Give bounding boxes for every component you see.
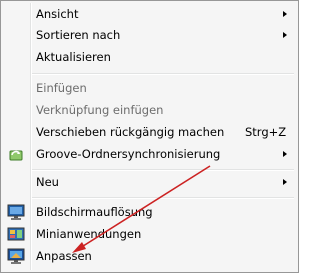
- menu-item-einfuegen[interactable]: Einfügen: [3, 78, 296, 99]
- menu-item-groove-sync[interactable]: Groove-Ordnersynchronisierung: [3, 144, 296, 165]
- menu-item-shortcut: Strg+Z: [245, 125, 287, 139]
- menu-item-label: Neu: [36, 175, 59, 189]
- menu-item-label: Sortieren nach: [36, 28, 121, 42]
- menu-item-label: Anpassen: [36, 249, 92, 263]
- menu-item-aktualisieren[interactable]: Aktualisieren: [3, 47, 296, 68]
- display-resolution-icon: [7, 204, 25, 220]
- menu-item-verknuepfung-einfuegen[interactable]: Verknüpfung einfügen: [3, 100, 296, 121]
- submenu-arrow-icon: [283, 32, 287, 38]
- menu-item-label: Ansicht: [36, 7, 79, 21]
- menu-separator: [32, 169, 294, 171]
- menu-separator: [32, 73, 294, 75]
- menu-item-label: Verschieben rückgängig machen: [36, 125, 225, 139]
- menu-item-label: Verknüpfung einfügen: [36, 103, 164, 117]
- menu-item-bildschirmaufloesung[interactable]: Bildschirmauflösung: [3, 202, 296, 223]
- menu-item-minianwendungen[interactable]: Minianwendungen: [3, 224, 296, 245]
- submenu-arrow-icon: [283, 151, 287, 157]
- submenu-arrow-icon: [283, 11, 287, 17]
- menu-item-label: Groove-Ordnersynchronisierung: [36, 147, 221, 161]
- personalize-icon: [7, 248, 25, 264]
- menu-item-label: Einfügen: [36, 81, 87, 95]
- submenu-arrow-icon: [283, 179, 287, 185]
- menu-item-label: Aktualisieren: [36, 50, 111, 64]
- menu-separator: [32, 197, 294, 199]
- menu-item-label: Minianwendungen: [36, 227, 142, 241]
- menu-item-neu[interactable]: Neu: [3, 172, 296, 193]
- menu-item-ansicht[interactable]: Ansicht: [3, 4, 296, 25]
- desktop-context-menu: Ansicht Sortieren nach Aktualisieren Ein…: [0, 0, 299, 273]
- menu-item-verschieben-rueckgaengig[interactable]: Verschieben rückgängig machen Strg+Z: [3, 122, 296, 143]
- menu-item-anpassen[interactable]: Anpassen: [3, 246, 296, 267]
- groove-sync-icon: [9, 150, 23, 161]
- menu-item-label: Bildschirmauflösung: [36, 205, 153, 219]
- menu-item-sortieren-nach[interactable]: Sortieren nach: [3, 25, 296, 46]
- gadgets-icon: [7, 227, 25, 241]
